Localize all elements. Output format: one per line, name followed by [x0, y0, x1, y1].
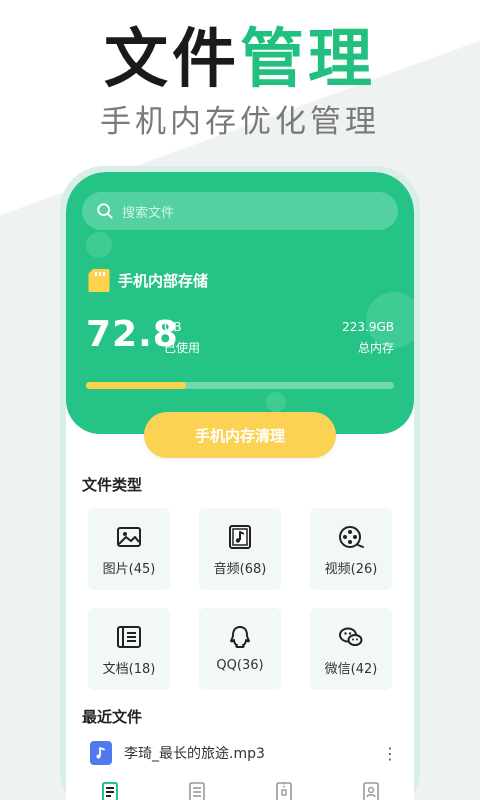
image-icon: [117, 527, 141, 547]
document-icon: [117, 626, 141, 648]
file-type-audio[interactable]: 音频(68): [199, 508, 281, 590]
more-options-icon[interactable]: ⋮: [382, 744, 398, 763]
file-list-icon[interactable]: [99, 781, 121, 800]
storage-progress-fill: [86, 382, 187, 389]
app-screen: 搜索文件 手机内部存储 72.8 GB 已使用 223.9GB 总内存 手机内存…: [66, 172, 414, 800]
decor-bubble: [266, 392, 286, 412]
recent-file-name: 李琦_最长的旅途.mp3: [124, 746, 265, 762]
promo-subline: 手机内存优化管理: [100, 104, 380, 140]
wechat-icon: [339, 627, 363, 646]
recent-files-title: 最近文件: [82, 708, 143, 726]
file-type-documents[interactable]: 文档(18): [88, 608, 170, 690]
headline-dark-text: 文件: [104, 23, 240, 97]
music-note-glyph: [96, 747, 105, 759]
promo-headline: 文件管理: [0, 22, 480, 98]
sd-card-icon: [88, 269, 110, 292]
search-input[interactable]: 搜索文件: [82, 192, 398, 230]
search-placeholder: 搜索文件: [122, 205, 175, 221]
document-icon[interactable]: [186, 781, 208, 800]
music-note-icon: [229, 525, 251, 549]
phone-frame: 搜索文件 手机内部存储 72.8 GB 已使用 223.9GB 总内存 手机内存…: [60, 166, 420, 800]
total-storage-label: 总内存: [357, 341, 394, 355]
file-type-label: 音频(68): [213, 562, 267, 577]
recent-file-item[interactable]: 李琦_最长的旅途.mp3 ⋮: [82, 738, 398, 768]
storage-card: 搜索文件 手机内部存储 72.8 GB 已使用 223.9GB 总内存: [66, 172, 414, 434]
archive-icon[interactable]: [273, 781, 295, 800]
file-type-wechat[interactable]: 微信(42): [310, 608, 392, 690]
file-type-label: 微信(42): [324, 662, 378, 677]
file-type-label: 文档(18): [102, 662, 156, 677]
file-type-images[interactable]: 图片(45): [88, 508, 170, 590]
search-icon: [97, 203, 113, 219]
file-type-video[interactable]: 视频(26): [310, 508, 392, 590]
used-storage-unit: GB: [164, 320, 182, 334]
qq-icon: [230, 626, 250, 648]
storage-progress-bar: [86, 382, 394, 389]
file-type-label: 图片(45): [102, 562, 156, 577]
bottom-navigation: [66, 772, 414, 800]
decor-bubble: [86, 232, 112, 258]
file-types-title: 文件类型: [82, 476, 143, 494]
file-type-label: 视频(26): [324, 562, 378, 577]
storage-header: 手机内部存储: [88, 268, 208, 292]
headline-green-text: 管理: [240, 23, 376, 97]
total-storage-value: 223.9GB: [342, 320, 394, 334]
storage-title: 手机内部存储: [118, 271, 209, 290]
used-storage-label: 已使用: [164, 341, 201, 355]
memory-clean-button[interactable]: 手机内存清理: [144, 412, 336, 458]
contact-icon[interactable]: [360, 781, 382, 800]
file-type-label: QQ(36): [216, 658, 264, 673]
file-type-qq[interactable]: QQ(36): [199, 608, 281, 690]
music-file-icon: [90, 741, 112, 765]
film-reel-icon: [339, 526, 364, 548]
